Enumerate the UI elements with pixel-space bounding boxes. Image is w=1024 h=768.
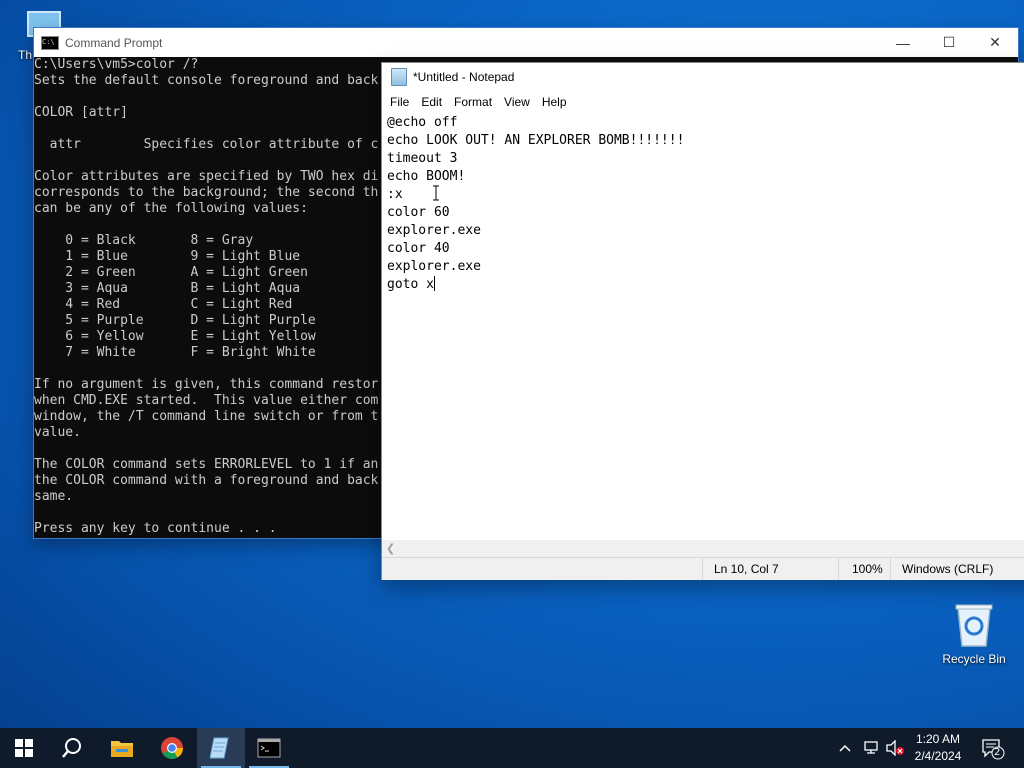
menu-bar: File Edit Format View Help [382,91,1024,113]
editor-line: explorer.exe [387,222,1024,240]
editor-line-text: echo LOOK OUT! AN EXPLORER BOMB!!!!!!! [387,133,685,148]
editor-line-text: @echo off [387,115,458,130]
text-cursor-icon [433,185,439,201]
notepad-icon [210,737,229,759]
menu-file[interactable]: File [386,95,417,109]
editor-line: echo BOOM! [387,168,1024,186]
editor-line-text: :x [387,187,403,202]
text-caret [433,276,435,291]
notification-count: 2 [994,747,1001,758]
notepad-icon [391,68,407,86]
editor-line: explorer.exe [387,258,1024,276]
chevron-up-icon [839,744,851,752]
clock[interactable]: 1:20 AM 2/4/2024 [900,731,976,765]
network-button[interactable] [862,728,880,768]
command-prompt-icon [257,738,281,758]
maximize-button[interactable]: ☐ [926,28,972,57]
editor-line-text: goto x [387,277,434,292]
editor-line: echo LOOK OUT! AN EXPLORER BOMB!!!!!!! [387,132,1024,150]
cursor-position: Ln 10, Col 7 [714,562,779,576]
editor-line-text: color 60 [387,205,450,220]
menu-format[interactable]: Format [450,95,500,109]
close-button[interactable]: ✕ [972,28,1018,57]
editor-line-text: explorer.exe [387,223,481,238]
editor-line-text: timeout 3 [387,151,458,166]
start-button[interactable] [0,728,48,768]
recycle-bin-icon [952,600,996,648]
text-editor-area[interactable]: @echo off echo LOOK OUT! AN EXPLORER BOMB… [382,113,1024,603]
window-title: Command Prompt [65,35,163,50]
network-icon [864,741,878,754]
line-ending: Windows (CRLF) [902,562,994,576]
editor-text[interactable]: @echo off echo LOOK OUT! AN EXPLORER BOMB… [382,113,1024,294]
menu-view[interactable]: View [500,95,538,109]
status-bar: Ln 10, Col 7 100% Windows (CRLF) [382,557,1024,580]
taskbar-file-explorer[interactable] [98,728,146,768]
minimize-button[interactable]: — [880,28,926,57]
taskbar-command-prompt[interactable] [245,728,293,768]
menu-help[interactable]: Help [538,95,575,109]
zoom-level: 100% [852,562,883,576]
notifications-icon [982,739,1005,760]
notepad-window[interactable]: *Untitled - Notepad File Edit Format Vie… [382,63,1024,580]
action-center-button[interactable]: 2 [980,728,1006,768]
editor-line: color 40 [387,240,1024,258]
taskbar: 1:20 AM 2/4/2024 2 [0,728,1024,768]
window-title: *Untitled - Notepad [413,70,515,84]
editor-line: color 60 [387,204,1024,222]
show-hidden-icons-button[interactable] [838,728,852,768]
search-icon [62,738,81,758]
desktop-icon-recycle-bin[interactable]: Recycle Bin [936,600,1012,666]
windows-start-icon [15,739,33,757]
editor-line: :x [387,186,1024,204]
clock-date: 2/4/2024 [914,749,962,763]
taskbar-notepad[interactable] [197,728,245,768]
file-explorer-icon [111,741,133,757]
editor-line-text: explorer.exe [387,259,481,274]
command-prompt-titlebar[interactable]: C:\ Command Prompt — ☐ ✕ [34,28,1018,57]
menu-edit[interactable]: Edit [417,95,450,109]
editor-line: timeout 3 [387,150,1024,168]
editor-line: goto x [387,276,1024,294]
search-button[interactable] [48,728,96,768]
taskbar-chrome[interactable] [148,728,196,768]
command-prompt-icon: C:\ [41,35,59,50]
desktop-icon-label: Recycle Bin [942,652,1006,666]
notepad-titlebar[interactable]: *Untitled - Notepad [382,63,1024,91]
editor-line-text: color 40 [387,241,450,256]
scroll-left-icon[interactable]: ❮ [386,542,395,555]
chrome-icon [161,737,183,759]
horizontal-scrollbar[interactable]: ❮ [382,540,1024,557]
clock-time: 1:20 AM [915,732,961,746]
editor-line-text: echo BOOM! [387,169,466,184]
editor-line: @echo off [387,114,1024,132]
